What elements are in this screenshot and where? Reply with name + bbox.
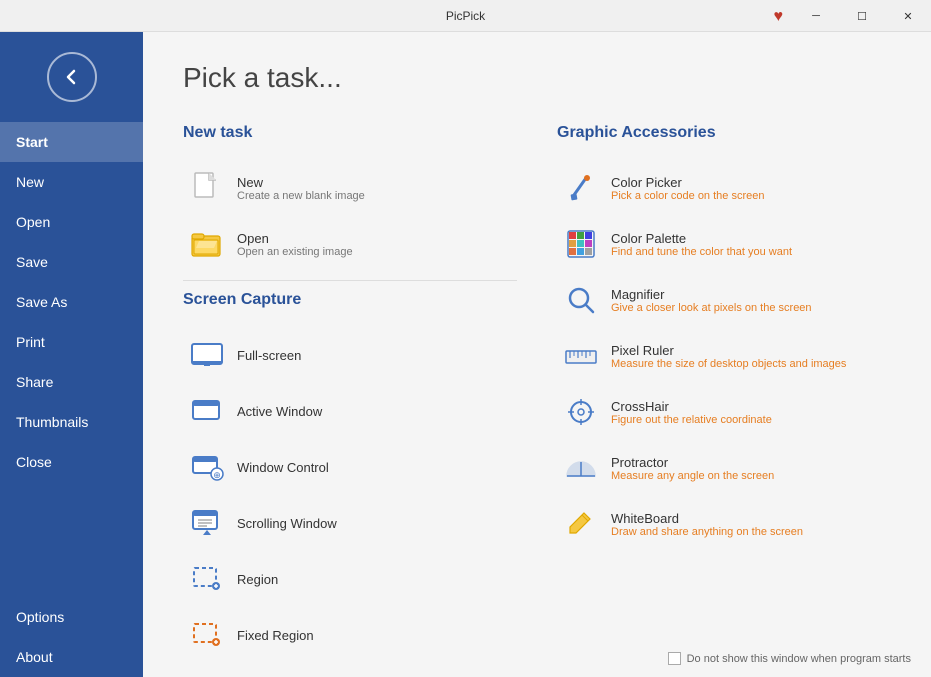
section-divider: [183, 280, 517, 281]
two-column-layout: New task New Create a new blank image: [183, 124, 891, 677]
region-text: Region: [237, 572, 278, 587]
color-picker-icon: [563, 170, 599, 206]
open-task-item[interactable]: Open Open an existing image: [183, 218, 517, 270]
new-task-item[interactable]: New Create a new blank image: [183, 162, 517, 214]
freehand-item[interactable]: FreeHand: [183, 665, 517, 677]
region-icon: [189, 561, 225, 597]
freehand-icon: [189, 673, 225, 677]
footer: Do not show this window when program sta…: [668, 652, 911, 665]
sidebar-spacer: [0, 482, 143, 597]
sidebar: Start New Open Save Save As Print Share …: [0, 32, 143, 677]
whiteboard-icon: [563, 506, 599, 542]
pixel-ruler-icon: [563, 338, 599, 374]
active-window-icon: [189, 393, 225, 429]
maximize-button[interactable]: ☐: [839, 0, 885, 32]
fixed-region-item[interactable]: Fixed Region: [183, 609, 517, 661]
back-button[interactable]: [47, 52, 97, 102]
fullscreen-text: Full-screen: [237, 348, 301, 363]
magnifier-item[interactable]: Magnifier Give a closer look at pixels o…: [557, 274, 891, 326]
heart-icon[interactable]: ♥: [774, 8, 784, 26]
protractor-item[interactable]: Protractor Measure any angle on the scre…: [557, 442, 891, 494]
dont-show-checkbox[interactable]: [668, 652, 681, 665]
minimize-button[interactable]: ─: [793, 0, 839, 32]
color-picker-text: Color Picker Pick a color code on the sc…: [611, 175, 764, 202]
window-control-text: Window Control: [237, 460, 329, 475]
scrolling-window-icon: [189, 505, 225, 541]
scrolling-window-item[interactable]: Scrolling Window: [183, 497, 517, 549]
crosshair-icon: [563, 394, 599, 430]
protractor-text: Protractor Measure any angle on the scre…: [611, 455, 774, 482]
sidebar-item-about[interactable]: About: [0, 637, 143, 677]
pixel-ruler-text: Pixel Ruler Measure the size of desktop …: [611, 343, 846, 370]
sidebar-item-share[interactable]: Share: [0, 362, 143, 402]
graphic-accessories-title: Graphic Accessories: [557, 124, 891, 146]
pixel-ruler-item[interactable]: Pixel Ruler Measure the size of desktop …: [557, 330, 891, 382]
app-body: Start New Open Save Save As Print Share …: [0, 32, 931, 677]
sidebar-item-open[interactable]: Open: [0, 202, 143, 242]
open-task-icon: [189, 226, 225, 262]
title-bar: PicPick ♥ ─ ☐ ✕: [0, 0, 931, 32]
right-column: Graphic Accessories Color Picker Pick a …: [557, 124, 891, 677]
open-task-text: Open Open an existing image: [237, 231, 353, 258]
close-button[interactable]: ✕: [885, 0, 931, 32]
window-control-icon: ⊕: [189, 449, 225, 485]
content-area: Pick a task... New task Ne: [143, 32, 931, 677]
color-picker-item[interactable]: Color Picker Pick a color code on the sc…: [557, 162, 891, 214]
color-palette-text: Color Palette Find and tune the color th…: [611, 231, 792, 258]
window-control-item[interactable]: ⊕ Window Control: [183, 441, 517, 493]
screen-capture-section-title: Screen Capture: [183, 291, 517, 313]
left-column: New task New Create a new blank image: [183, 124, 517, 677]
crosshair-text: CrossHair Figure out the relative coordi…: [611, 399, 772, 426]
color-palette-item[interactable]: Color Palette Find and tune the color th…: [557, 218, 891, 270]
magnifier-text: Magnifier Give a closer look at pixels o…: [611, 287, 812, 314]
active-window-text: Active Window: [237, 404, 322, 419]
window-controls: ─ ☐ ✕: [793, 0, 931, 32]
sidebar-item-save-as[interactable]: Save As: [0, 282, 143, 322]
dont-show-label: Do not show this window when program sta…: [687, 653, 911, 665]
whiteboard-item[interactable]: WhiteBoard Draw and share anything on th…: [557, 498, 891, 550]
protractor-icon: [563, 450, 599, 486]
sidebar-item-close[interactable]: Close: [0, 442, 143, 482]
svg-text:⊕: ⊕: [213, 470, 221, 480]
sidebar-item-print[interactable]: Print: [0, 322, 143, 362]
scrolling-window-text: Scrolling Window: [237, 516, 337, 531]
app-title: PicPick: [446, 9, 485, 23]
fullscreen-icon: [189, 337, 225, 373]
magnifier-icon: [563, 282, 599, 318]
sidebar-item-new[interactable]: New: [0, 162, 143, 202]
active-window-item[interactable]: Active Window: [183, 385, 517, 437]
fullscreen-item[interactable]: Full-screen: [183, 329, 517, 381]
fixed-region-text: Fixed Region: [237, 628, 314, 643]
new-task-section-title: New task: [183, 124, 517, 146]
new-task-icon: [189, 170, 225, 206]
region-item[interactable]: Region: [183, 553, 517, 605]
fixed-region-icon: [189, 617, 225, 653]
sidebar-item-thumbnails[interactable]: Thumbnails: [0, 402, 143, 442]
sidebar-item-save[interactable]: Save: [0, 242, 143, 282]
new-task-text: New Create a new blank image: [237, 175, 365, 202]
crosshair-item[interactable]: CrossHair Figure out the relative coordi…: [557, 386, 891, 438]
page-title: Pick a task...: [183, 62, 891, 94]
color-palette-icon: [563, 226, 599, 262]
whiteboard-text: WhiteBoard Draw and share anything on th…: [611, 511, 803, 538]
sidebar-item-options[interactable]: Options: [0, 597, 143, 637]
sidebar-item-start[interactable]: Start: [0, 122, 143, 162]
